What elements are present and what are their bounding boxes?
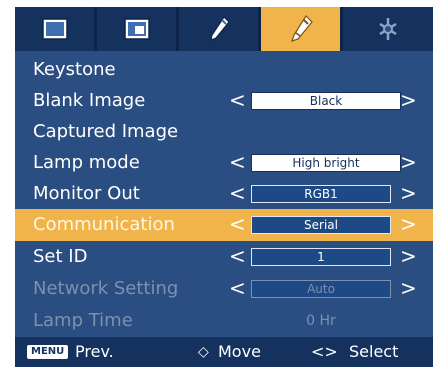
monitor-out-label: Monitor Out: [33, 183, 140, 204]
menu-row-lamp-time: Lamp Time 0 Hr: [15, 305, 433, 337]
keystone-label: Keystone: [33, 59, 116, 80]
blank-image-left-arrow[interactable]: <: [229, 85, 246, 117]
menu-tab-bar: [15, 7, 433, 51]
blank-image-right-arrow[interactable]: >: [400, 85, 417, 117]
option-pen-icon: [290, 15, 313, 42]
tab-option[interactable]: [261, 7, 343, 51]
picture-icon: [41, 18, 68, 40]
set-id-label: Set ID: [33, 246, 88, 267]
set-id-value: 1: [251, 248, 391, 266]
set-id-right-arrow[interactable]: >: [400, 241, 417, 273]
tab-picture[interactable]: [15, 7, 97, 51]
captured-image-label: Captured Image: [33, 121, 179, 142]
menu-row-blank-image[interactable]: Blank Image < Black >: [15, 85, 433, 117]
network-setting-label: Network Setting: [33, 278, 179, 299]
tab-screen[interactable]: [97, 7, 179, 51]
blank-image-value: Black: [251, 92, 401, 110]
menu-row-captured-image[interactable]: Captured Image: [15, 116, 433, 148]
menu-row-keystone[interactable]: Keystone: [15, 54, 433, 86]
network-setting-left-arrow[interactable]: <: [229, 273, 246, 305]
monitor-out-value: RGB1: [251, 185, 391, 203]
network-setting-right-arrow[interactable]: >: [400, 273, 417, 305]
select-hint: Select: [349, 342, 399, 361]
setup-pen-icon: [209, 16, 230, 41]
communication-value: Serial: [251, 216, 391, 234]
monitor-out-right-arrow[interactable]: >: [400, 178, 417, 210]
select-icon: <>: [311, 342, 338, 361]
move-hint: Move: [218, 342, 261, 361]
lamp-time-value: 0 Hr: [306, 313, 336, 329]
move-icon: ◇: [198, 344, 209, 360]
lamp-mode-left-arrow[interactable]: <: [229, 147, 246, 179]
lamp-time-label: Lamp Time: [33, 310, 133, 331]
footer-hint-bar: MENU Prev. ◇ Move <> Select: [15, 337, 433, 367]
set-id-left-arrow[interactable]: <: [229, 241, 246, 273]
lamp-mode-right-arrow[interactable]: >: [400, 147, 417, 179]
menu-row-lamp-mode[interactable]: Lamp mode < High bright >: [15, 147, 433, 179]
lamp-mode-label: Lamp mode: [33, 152, 140, 173]
tab-setup[interactable]: [179, 7, 261, 51]
prev-hint: Prev.: [75, 342, 114, 361]
settings-icon: [379, 18, 397, 40]
menu-row-set-id[interactable]: Set ID < 1 >: [15, 241, 433, 273]
lamp-mode-value: High bright: [251, 154, 401, 172]
menu-row-monitor-out[interactable]: Monitor Out < RGB1 >: [15, 178, 433, 210]
network-setting-value: Auto: [251, 280, 391, 298]
menu-row-communication[interactable]: Communication < Serial >: [15, 209, 433, 241]
menu-row-network-setting[interactable]: Network Setting < Auto >: [15, 273, 433, 305]
screen-icon: [123, 18, 150, 40]
communication-label: Communication: [33, 214, 175, 235]
projector-osd-menu: Keystone Blank Image < Black > Captured …: [15, 7, 433, 367]
monitor-out-left-arrow[interactable]: <: [229, 178, 246, 210]
communication-left-arrow[interactable]: <: [229, 209, 246, 241]
tab-settings[interactable]: [343, 7, 433, 51]
communication-right-arrow[interactable]: >: [400, 209, 417, 241]
menu-key-badge: MENU: [27, 345, 69, 359]
blank-image-label: Blank Image: [33, 90, 146, 111]
